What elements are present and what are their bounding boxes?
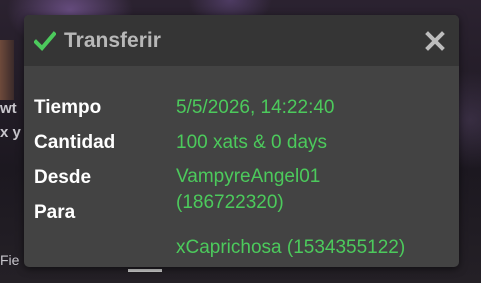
background-decoration [0,40,14,100]
close-button[interactable] [423,29,447,53]
row-cantidad: Cantidad 100 xats & 0 days [34,125,459,160]
value-para: xCaprichosa (1534355122) [176,237,406,258]
label-para: Para [34,202,76,223]
background-text-fragment: Fie [0,252,20,268]
label-cantidad: Cantidad [34,132,116,153]
dialog-header: Transferir [24,15,459,66]
background-text-fragment: wt [0,100,17,117]
label-tiempo: Tiempo [34,97,102,118]
background-text-fragment: x y [0,124,21,141]
value-tiempo: 5/5/2026, 14:22:40 [176,97,335,118]
dialog-title: Transferir [64,28,161,52]
check-icon [34,30,56,52]
transfer-dialog: Transferir Tiempo 5/5/2026, 14:22:40 Can… [24,15,459,267]
labels-desde-para: Desde Para [34,160,176,230]
value-desde: VampyreAngel01 (186722320) [176,160,320,216]
value-desde-name: VampyreAngel01 [176,166,321,187]
dialog-body: Tiempo 5/5/2026, 14:22:40 Cantidad 100 x… [24,66,459,265]
value-cantidad: 100 xats & 0 days [176,132,328,153]
close-icon [425,30,445,51]
row-para: xCaprichosa (1534355122) [34,230,459,265]
label-desde: Desde [34,167,92,188]
row-desde: Desde Para VampyreAngel01 (186722320) [34,160,459,230]
value-desde-id: (186722320) [176,192,284,213]
row-tiempo: Tiempo 5/5/2026, 14:22:40 [34,90,459,125]
